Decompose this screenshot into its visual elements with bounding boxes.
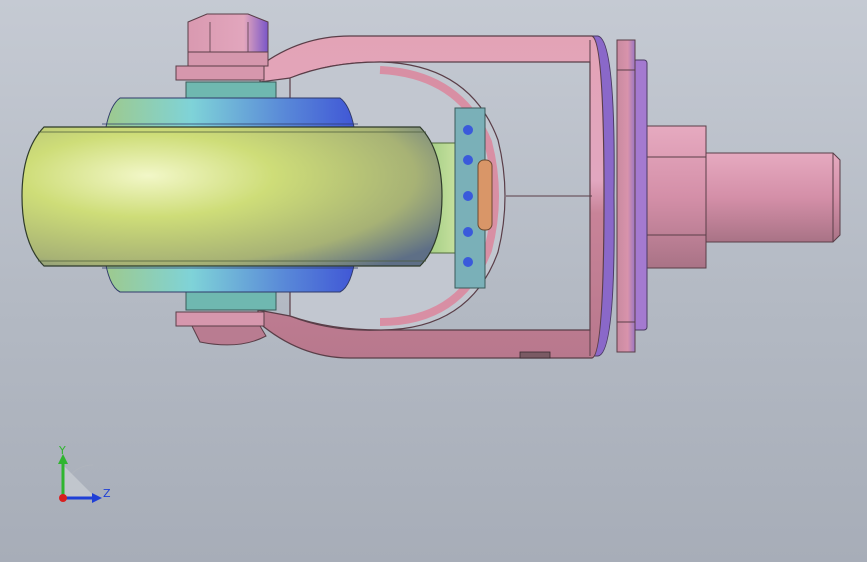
y-axis-label: Y [58,444,66,457]
z-axis-label: Z [103,487,111,500]
axle-nut[interactable] [175,311,267,346]
stem-hex-nut[interactable] [646,125,707,269]
cad-viewport[interactable]: Y Z [0,0,867,562]
stem-shaft[interactable] [705,152,841,243]
axle-bolt-head[interactable] [175,13,269,81]
mounting-plate[interactable] [616,39,648,353]
caster-wheel-model[interactable] [0,0,867,562]
wheel-tread[interactable] [21,126,443,267]
orientation-triad: Y Z [58,444,111,503]
z-axis-arrow [92,493,102,503]
x-axis-dot [59,494,67,502]
